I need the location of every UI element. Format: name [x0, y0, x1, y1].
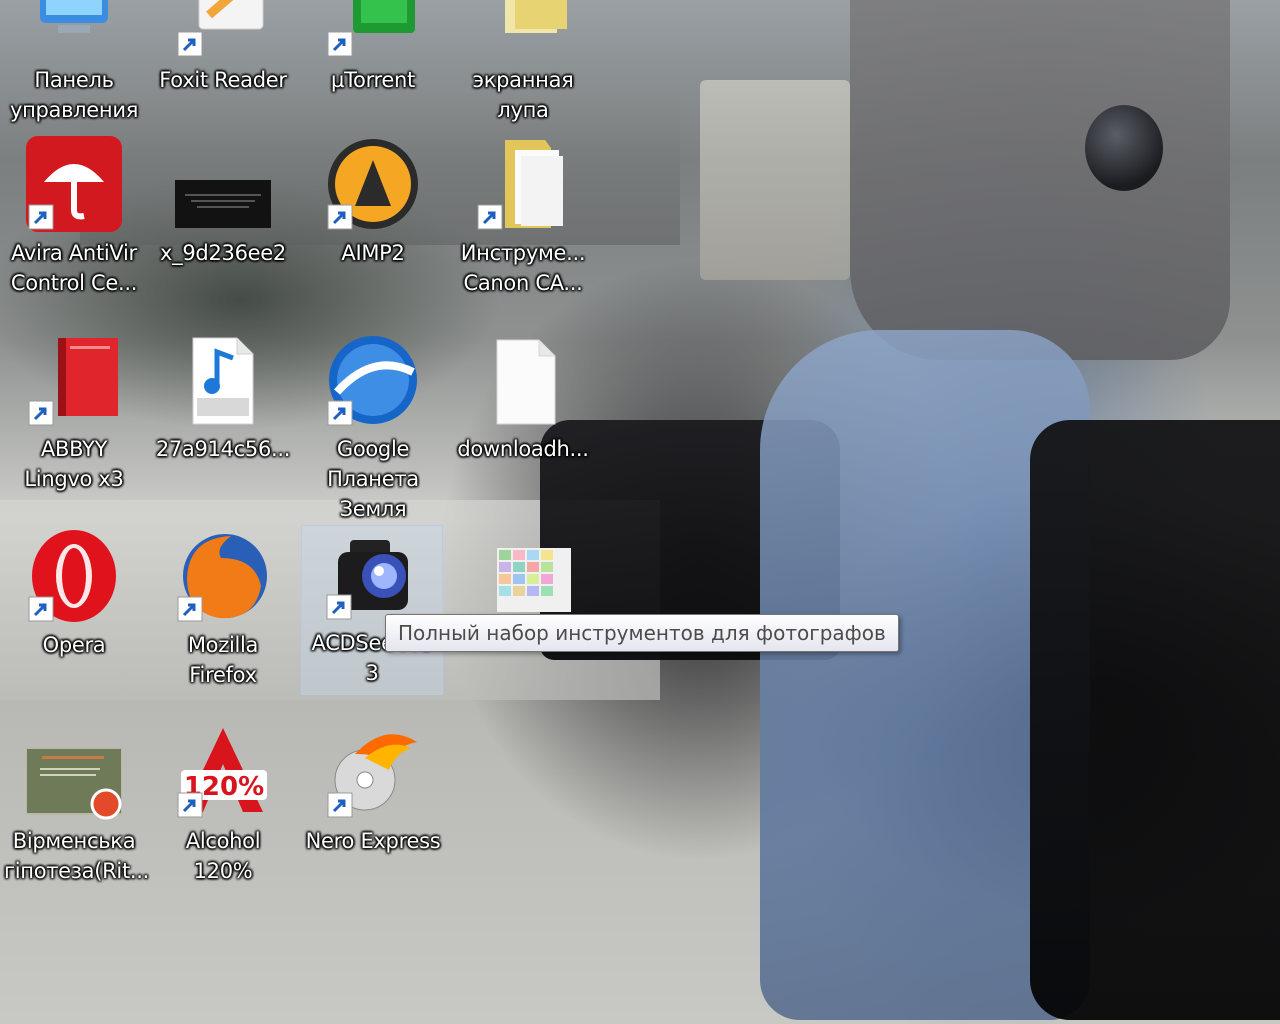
desktop-icon-control-panel[interactable]: Панель управления: [3, 0, 145, 132]
alcohol-120-icon: 120%: [175, 724, 271, 820]
abbyy-lingvo-icon: [26, 332, 122, 428]
icon-label: Opera: [42, 633, 106, 657]
google-earth-icon: [325, 332, 421, 428]
presentation-file-icon: [26, 724, 122, 820]
desktop-icon-spreadsheet-image[interactable]: [452, 527, 594, 697]
desktop-icon-foxit-reader[interactable]: Foxit Reader: [152, 0, 294, 132]
wallpaper-motorcycle-engine: [1030, 420, 1280, 1020]
desktop-background[interactable]: Панель управления Foxit Reader µTorrent …: [0, 0, 1280, 1024]
icon-label: AIMP2: [341, 241, 405, 265]
folder-icon: [475, 136, 571, 232]
icon-label: Инструме... Canon CA...: [460, 241, 586, 295]
shortcut-arrow-icon: [177, 596, 203, 622]
desktop-icon-virmenska-hipoteza[interactable]: Вірменська гіпотеза(Rit...: [3, 723, 150, 893]
icon-label: x_9d236ee2: [160, 241, 286, 265]
shortcut-arrow-icon: [327, 31, 353, 57]
icon-label: Панель управления: [9, 68, 139, 122]
desktop-icon-canon-tools[interactable]: Инструме... Canon CA...: [452, 135, 594, 305]
icon-label: µTorrent: [331, 68, 415, 92]
image-file-icon: [175, 136, 271, 232]
desktop-icon-google-earth[interactable]: Google Планета Земля: [302, 331, 444, 521]
control-panel-icon: [26, 0, 122, 59]
desktop-icon-aimp2[interactable]: AIMP2: [302, 135, 444, 305]
desktop-icon-nero-express[interactable]: Nero Express: [302, 723, 444, 893]
shortcut-arrow-icon: [28, 204, 54, 230]
shortcut-arrow-icon: [327, 204, 353, 230]
icon-label: Google Планета Земля: [327, 437, 419, 521]
foxit-reader-icon: [175, 0, 271, 59]
avira-icon: [26, 136, 122, 232]
mp3-file-icon: [175, 332, 271, 428]
desktop-icon-acdsee-pro-3[interactable]: ACDSee Pro 3: [301, 525, 443, 695]
shortcut-arrow-icon: [327, 792, 353, 818]
desktop-icon-magnifier[interactable]: экранная лупа: [452, 0, 594, 132]
utorrent-icon: [325, 0, 421, 59]
shortcut-arrow-icon: [28, 400, 54, 426]
wallpaper-rider-shirt: [850, 0, 1230, 360]
desktop-icon-downloadh[interactable]: downloadh...: [452, 331, 594, 501]
icon-label: 27a914c56...: [155, 437, 291, 461]
shortcut-arrow-icon: [177, 792, 203, 818]
desktop-icon-x9d236ee2[interactable]: x_9d236ee2: [152, 135, 294, 305]
desktop-icon-27a914c56[interactable]: 27a914c56...: [152, 331, 294, 501]
opera-icon: [26, 528, 122, 624]
icon-tooltip: Полный набор инструментов для фотографов: [385, 614, 899, 652]
desktop-icon-firefox[interactable]: Mozilla Firefox: [152, 527, 294, 697]
icon-label: Nero Express: [305, 829, 441, 853]
shortcut-arrow-icon: [28, 596, 54, 622]
wallpaper-mirror: [1085, 105, 1163, 191]
icon-label: downloadh...: [457, 437, 589, 461]
acdsee-camera-icon: [324, 526, 420, 622]
icon-label: Вірменська гіпотеза(Rit...: [4, 829, 150, 883]
desktop-icon-utorrent[interactable]: µTorrent: [302, 0, 444, 132]
firefox-icon: [175, 528, 271, 624]
icon-label: экранная лупа: [472, 68, 574, 122]
desktop-icon-alcohol-120[interactable]: 120% Alcohol 120%: [152, 723, 294, 893]
nero-express-icon: [325, 724, 421, 820]
icon-label: Alcohol 120%: [185, 829, 261, 883]
shortcut-arrow-icon: [477, 204, 503, 230]
spreadsheet-image-icon: [475, 528, 571, 624]
desktop-icon-avira[interactable]: Avira AntiVir Control Ce...: [3, 135, 145, 305]
blank-file-icon: [475, 332, 571, 428]
wallpaper-rider-jeans: [760, 330, 1090, 1020]
magnifier-icon: [475, 0, 571, 59]
icon-label: Mozilla Firefox: [187, 633, 259, 687]
icon-label: Foxit Reader: [159, 68, 287, 92]
shortcut-arrow-icon: [327, 400, 353, 426]
icon-label: ABBYY Lingvo x3: [24, 437, 124, 491]
wallpaper-pillar: [700, 80, 850, 280]
desktop-icon-opera[interactable]: Opera: [3, 527, 145, 697]
aimp-icon: [325, 136, 421, 232]
shortcut-arrow-icon: [177, 31, 203, 57]
icon-label: Avira AntiVir Control Ce...: [10, 241, 138, 295]
desktop-icon-abbyy-lingvo[interactable]: ABBYY Lingvo x3: [3, 331, 145, 501]
shortcut-arrow-icon: [326, 594, 352, 620]
